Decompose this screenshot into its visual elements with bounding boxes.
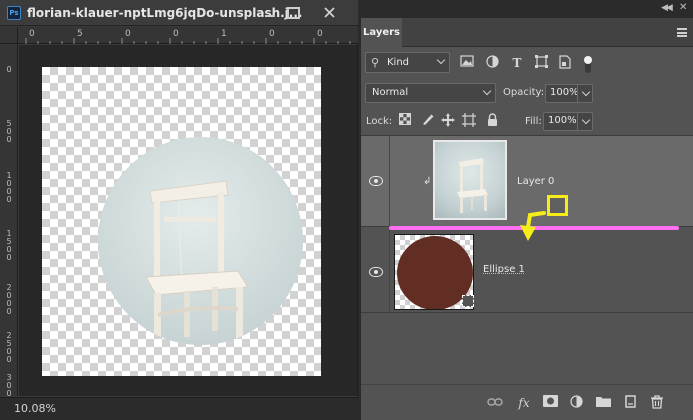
chair-thumbnail-icon: [457, 158, 488, 213]
fx-icon[interactable]: fx: [516, 395, 532, 411]
blend-mode-select[interactable]: Normal: [365, 83, 496, 103]
trash-icon[interactable]: [649, 395, 665, 411]
ruler-v-label: 500: [6, 119, 12, 144]
layer-mask-icon[interactable]: [542, 395, 558, 411]
status-bar: 10.08%: [0, 397, 358, 420]
close-icon: [323, 7, 335, 18]
ruler-h-ticks: [25, 38, 351, 44]
opacity-input[interactable]: 100%: [545, 84, 579, 103]
close-button[interactable]: [318, 3, 340, 22]
layers-panel: Layers ⚲ Kind T Normal Opacity: 100% Loc…: [361, 18, 693, 420]
tab-layers[interactable]: Layers: [361, 18, 402, 47]
blend-mode-label: Normal: [372, 87, 409, 98]
link-layers-icon[interactable]: [487, 395, 503, 411]
lock-all-icon[interactable]: [484, 113, 500, 129]
ruler-h-label: 1: [221, 29, 227, 39]
lock-label: Lock:: [366, 116, 393, 127]
visibility-column-divider: [389, 136, 390, 226]
search-icon: ⚲: [371, 56, 380, 69]
type-filter-icon[interactable]: T: [509, 55, 525, 71]
shape-layer-badge-icon: [462, 295, 474, 307]
lock-image-pixels-icon[interactable]: [419, 113, 435, 129]
panel-tab-bar: Layers: [361, 18, 693, 47]
opacity-dropdown-button[interactable]: [577, 84, 593, 103]
eye-icon[interactable]: [369, 176, 383, 186]
layer-name[interactable]: Ellipse 1: [483, 264, 525, 275]
shape-filter-icon[interactable]: [533, 55, 549, 71]
filter-kind-label: Kind: [387, 57, 410, 68]
panel-dock-strip: ◀◀ ✕: [361, 0, 693, 18]
chevron-down-icon: [482, 86, 492, 96]
ruler-h-label: 0: [29, 29, 35, 39]
chevron-down-icon: [436, 55, 446, 65]
horizontal-ruler[interactable]: 0 5 0 0 1 0 0: [18, 27, 358, 44]
ruler-h-label: 0: [173, 29, 179, 39]
ruler-v-label: 2000: [6, 283, 12, 316]
ruler-v-label: 0: [6, 65, 12, 74]
clipped-chair-image: [98, 137, 303, 345]
layers-bottom-toolbar: fx: [361, 384, 693, 420]
layer-filter-row: ⚲ Kind T: [361, 47, 693, 81]
ruler-h-label: 0: [125, 29, 131, 39]
fill-dropdown-button[interactable]: [577, 112, 593, 131]
filter-kind-select[interactable]: ⚲ Kind: [365, 52, 450, 73]
filter-toggle-icon[interactable]: [580, 55, 596, 73]
adjustment-filter-icon[interactable]: [484, 55, 500, 71]
fill-label: Fill:: [525, 116, 542, 127]
document-titlebar[interactable]: Ps florian-klauer-nptLmg6jqDo-unsplash.j…: [0, 0, 358, 26]
lock-artboard-icon[interactable]: [461, 113, 477, 129]
opacity-label: Opacity:: [503, 87, 545, 98]
lock-position-icon[interactable]: [440, 113, 456, 129]
layer-thumbnail[interactable]: [433, 140, 507, 220]
canvas-area[interactable]: [19, 45, 357, 396]
minimize-button[interactable]: [258, 3, 280, 22]
group-folder-icon[interactable]: [595, 395, 611, 411]
clipping-arrow-icon: ↲: [423, 176, 432, 187]
collapse-panels-icon[interactable]: ◀◀: [661, 3, 673, 13]
fill-input[interactable]: 100%: [543, 112, 579, 131]
chair-illustration: [145, 180, 249, 343]
annotation-square-marker: [547, 195, 568, 216]
document-window: Ps florian-klauer-nptLmg6jqDo-unsplash.j…: [0, 0, 358, 420]
lock-transparent-pixels-icon[interactable]: [397, 113, 413, 129]
visibility-column-divider: [389, 230, 390, 312]
zoom-level[interactable]: 10.08%: [14, 402, 56, 415]
ruler-h-label: 0: [269, 29, 275, 39]
clip-cursor-icon: [520, 211, 546, 241]
new-layer-icon[interactable]: [622, 395, 638, 411]
close-panel-icon[interactable]: ✕: [679, 2, 687, 13]
transparent-canvas[interactable]: [42, 67, 321, 376]
adjustment-layer-icon[interactable]: [568, 395, 584, 411]
image-filter-icon[interactable]: [459, 55, 475, 71]
ruler-h-label: 0: [317, 29, 323, 39]
ruler-v-label: 1500: [6, 229, 12, 262]
vertical-ruler[interactable]: 0 500 1000 1500 2000 2500 3000: [0, 44, 18, 406]
maximize-button[interactable]: [282, 3, 304, 22]
ruler-v-label: 1000: [6, 171, 12, 204]
ruler-corner[interactable]: [0, 27, 18, 44]
layer-name[interactable]: Layer 0: [517, 176, 554, 187]
ruler-v-label: 2500: [6, 331, 12, 364]
eye-icon[interactable]: [369, 267, 383, 277]
ruler-h-label: 5: [77, 29, 83, 39]
panel-menu-icon[interactable]: [677, 28, 687, 37]
smart-object-filter-icon[interactable]: [557, 55, 573, 71]
photoshop-app-icon: Ps: [7, 6, 21, 20]
